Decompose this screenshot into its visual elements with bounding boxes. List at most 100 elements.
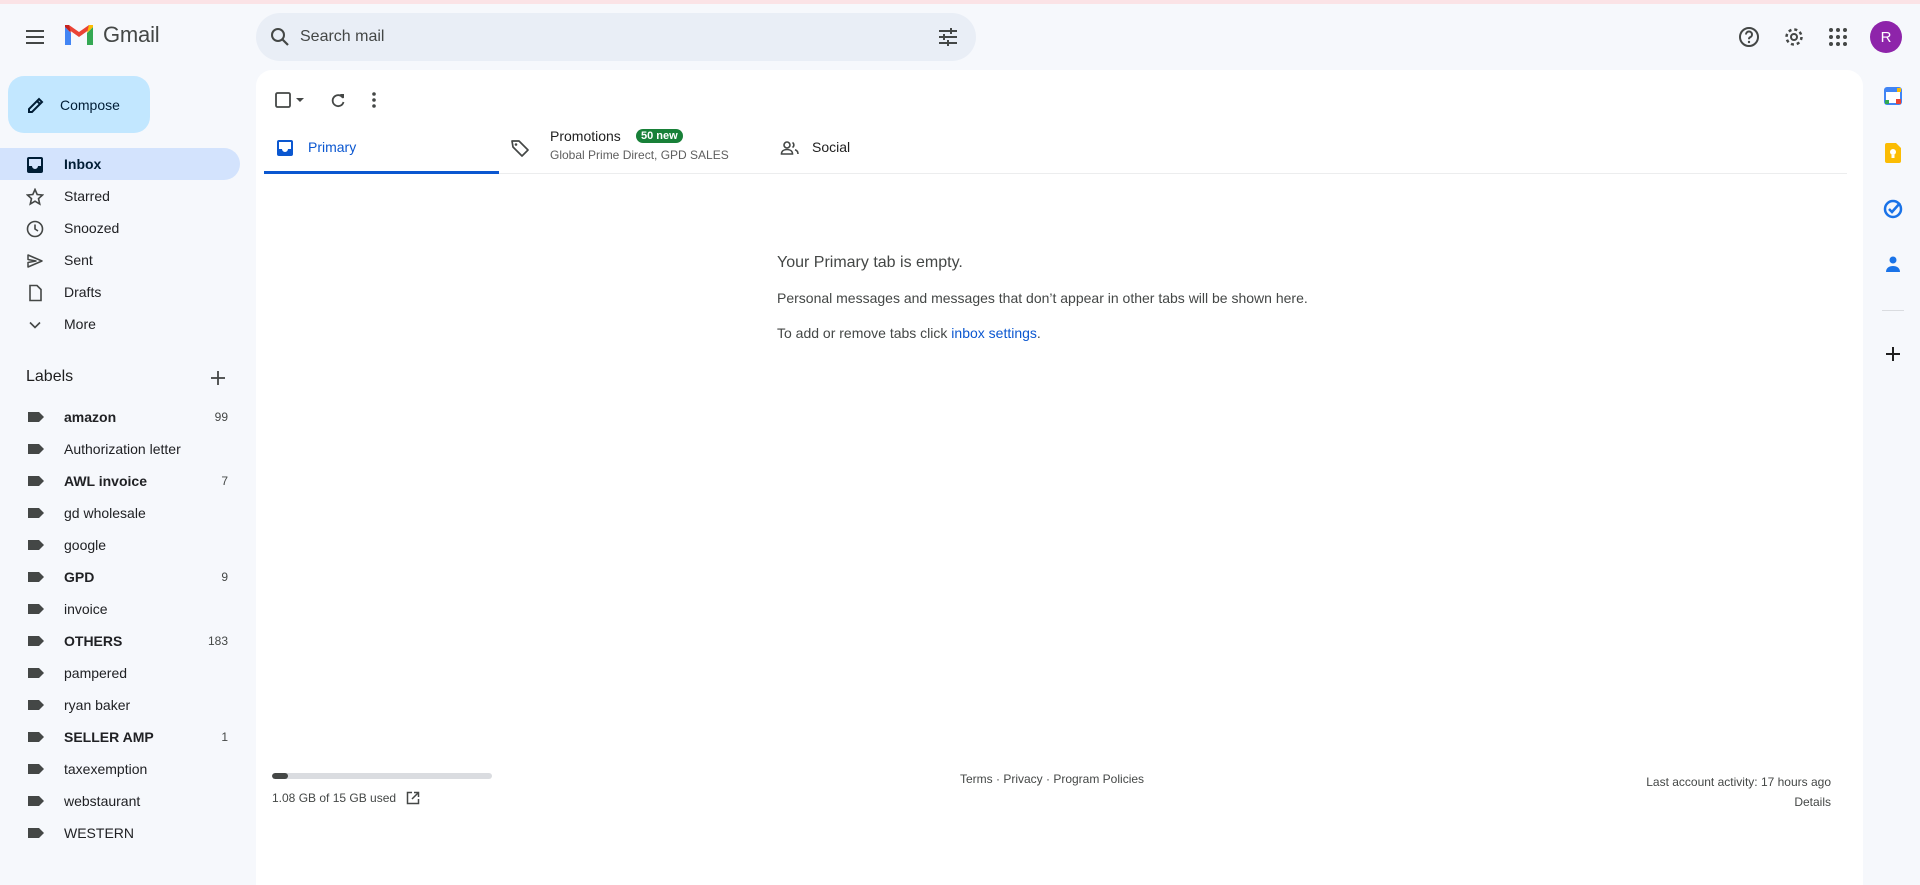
sidebar-item-label: Starred xyxy=(64,188,110,204)
get-addons-button[interactable] xyxy=(1881,342,1905,366)
plus-icon xyxy=(1886,347,1900,361)
gmail-logo[interactable]: Gmail xyxy=(63,22,160,48)
label-item[interactable]: invoice xyxy=(0,593,240,625)
sidebar-item-label: Inbox xyxy=(64,156,102,172)
sidebar-item-drafts[interactable]: Drafts xyxy=(0,276,240,308)
storage-bar-fill xyxy=(272,773,288,779)
tab-promotions[interactable]: Promotions 50 new Global Prime Direct, G… xyxy=(510,122,760,174)
label-icon xyxy=(28,412,44,422)
contacts-icon xyxy=(1886,256,1900,272)
label-item[interactable]: AWL invoice 7 xyxy=(0,465,240,497)
label-icon xyxy=(28,700,44,710)
hamburger-icon xyxy=(26,30,44,44)
label-count: 1 xyxy=(221,730,228,744)
label-name: webstaurant xyxy=(64,793,141,809)
sidebar-item-sent[interactable]: Sent xyxy=(0,244,240,276)
label-icon xyxy=(28,604,44,614)
label-icon xyxy=(28,636,44,646)
search-options-icon[interactable] xyxy=(936,25,960,49)
plus-icon[interactable] xyxy=(210,370,226,386)
label-icon xyxy=(28,764,44,774)
label-item[interactable]: ryan baker xyxy=(0,689,240,721)
label-count: 99 xyxy=(214,410,228,424)
settings-button[interactable] xyxy=(1778,21,1810,53)
compose-label: Compose xyxy=(60,96,120,113)
label-name: OTHERS xyxy=(64,633,123,649)
open-in-new-icon[interactable] xyxy=(406,791,420,805)
label-name: ryan baker xyxy=(64,697,131,713)
label-name: SELLER AMP xyxy=(64,729,154,745)
labels-section-header: Labels xyxy=(26,368,236,392)
clock-icon xyxy=(26,220,44,238)
sidebar-nav: Inbox Starred Snoozed Sent Drafts More xyxy=(0,148,240,340)
label-item[interactable]: pampered xyxy=(0,657,240,689)
chevron-down-icon xyxy=(29,321,41,329)
label-item[interactable]: Authorization letter xyxy=(0,433,240,465)
sidebar-item-label: Snoozed xyxy=(64,220,120,236)
empty-state: Your Primary tab is empty. Personal mess… xyxy=(777,254,1308,341)
label-count: 7 xyxy=(221,474,228,488)
sidebar-item-starred[interactable]: Starred xyxy=(0,180,240,212)
keep-icon xyxy=(1885,143,1901,163)
keep-button[interactable] xyxy=(1881,141,1905,165)
storage-usage: 1.08 GB of 15 GB used xyxy=(272,773,492,805)
label-icon xyxy=(28,508,44,518)
tag-icon xyxy=(511,140,529,157)
sidebar-item-label: Drafts xyxy=(64,284,102,300)
calendar-button[interactable] xyxy=(1881,84,1905,108)
label-item[interactable]: taxexemption xyxy=(0,753,240,785)
tasks-button[interactable] xyxy=(1881,197,1905,221)
label-item[interactable]: webstaurant xyxy=(0,785,240,817)
tab-primary[interactable]: Primary xyxy=(264,122,499,174)
label-item[interactable]: gd wholesale xyxy=(0,497,240,529)
main-menu-button[interactable] xyxy=(16,17,56,57)
people-icon xyxy=(780,141,799,155)
support-button[interactable] xyxy=(1733,21,1765,53)
tab-promotions-label: Promotions xyxy=(550,128,621,144)
label-name: WESTERN xyxy=(64,825,134,841)
search-icon[interactable] xyxy=(268,25,292,49)
more-options-button[interactable] xyxy=(356,82,392,118)
label-icon xyxy=(28,572,44,582)
label-icon xyxy=(28,796,44,806)
more-vert-icon xyxy=(372,92,376,108)
google-apps-button[interactable] xyxy=(1822,21,1854,53)
sidebar-item-snoozed[interactable]: Snoozed xyxy=(0,212,240,244)
label-item[interactable]: WESTERN xyxy=(0,817,240,849)
label-item[interactable]: SELLER AMP 1 xyxy=(0,721,240,753)
empty-state-title: Your Primary tab is empty. xyxy=(777,254,963,271)
tab-social[interactable]: Social xyxy=(764,122,964,174)
tasks-icon xyxy=(1883,199,1903,219)
account-avatar[interactable]: R xyxy=(1870,21,1902,53)
settings-hint-prefix: To add or remove tabs click xyxy=(777,325,952,341)
sidebar-item-inbox[interactable]: Inbox xyxy=(0,148,240,180)
refresh-button[interactable] xyxy=(320,82,356,118)
label-item[interactable]: OTHERS 183 xyxy=(0,625,240,657)
settings-hint-suffix: . xyxy=(1036,325,1041,341)
label-item[interactable]: GPD 9 xyxy=(0,561,240,593)
tab-promotions-senders: Global Prime Direct, GPD SALES xyxy=(550,148,729,162)
search-input[interactable] xyxy=(300,13,900,61)
labels-list: amazon 99 Authorization letter AWL invoice 7… xyxy=(0,401,240,849)
label-name: gd wholesale xyxy=(64,505,146,521)
last-activity: Last account activity: 17 hours ago Deta… xyxy=(1646,772,1831,812)
gear-icon xyxy=(1785,28,1803,46)
search-bar[interactable] xyxy=(256,13,976,61)
details-link[interactable]: Details xyxy=(1646,792,1831,812)
select-all-button[interactable] xyxy=(268,82,312,118)
compose-button[interactable]: Compose xyxy=(8,76,150,133)
storage-bar xyxy=(272,773,492,779)
inbox-settings-link[interactable]: inbox settings xyxy=(951,325,1037,341)
contacts-button[interactable] xyxy=(1881,252,1905,276)
label-name: invoice xyxy=(64,601,108,617)
sidebar-item-label: Sent xyxy=(64,252,93,268)
calendar-icon xyxy=(1884,87,1902,105)
sidebar-item-more[interactable]: More xyxy=(0,308,240,340)
footer-links[interactable]: Terms · Privacy · Program Policies xyxy=(960,772,1144,786)
side-panel xyxy=(1866,70,1920,885)
mail-toolbar xyxy=(268,80,392,120)
label-item[interactable]: google xyxy=(0,529,240,561)
label-item[interactable]: amazon 99 xyxy=(0,401,240,433)
apps-grid-icon xyxy=(1829,28,1847,46)
label-icon xyxy=(28,668,44,678)
